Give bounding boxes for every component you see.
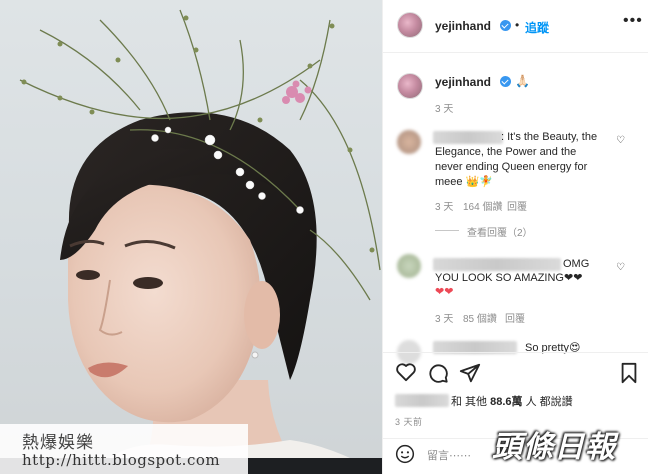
comment-reply-button[interactable]: 回覆 [507,198,527,213]
more-options-icon[interactable]: ••• [623,12,643,30]
caption-verified-badge-icon [500,76,511,87]
comment-line: OMG [563,258,590,270]
share-paper-plane-icon[interactable] [459,362,481,389]
watermark-site-title: 熱爆娛樂 [22,433,94,453]
author-avatar[interactable] [397,12,423,38]
caption-time: 3 天 [435,104,454,115]
follow-button[interactable]: 追蹤 [525,19,549,36]
likes-prefix: 和 其他 [451,396,491,408]
smiley-icon[interactable] [395,444,415,469]
comment-line: : It's the Beauty, the [501,131,598,143]
separator-dot: • [515,18,520,32]
save-bookmark-icon[interactable] [619,362,639,389]
caption-author-avatar[interactable] [397,73,423,99]
comment-like-heart-icon[interactable]: ♡ [616,262,625,273]
comment-line: YOU LOOK SO AMAZING❤❤ [435,272,583,284]
comment-line: ❤❤ [435,286,454,298]
comment-likes[interactable]: 85 個讚 [463,310,497,325]
comment-input[interactable]: 留言⋯⋯ [427,447,471,463]
comment-time: 3 天 [435,314,454,325]
actions-divider [383,352,648,353]
comment-line: Elegance, the Power and the [435,146,577,158]
watermark-news-logo: 頭條日報 [492,430,616,465]
comment-icon[interactable] [427,362,449,389]
comment-line: meee 👑🧚 [435,176,493,188]
caption-author-username[interactable]: yejinhand [435,75,491,89]
comment-like-heart-icon[interactable]: ♡ [616,135,625,146]
verified-badge-icon [500,20,511,31]
author-username[interactable]: yejinhand [435,19,491,33]
view-replies-line [435,230,459,231]
blurred-liker-names [395,394,449,407]
post-header: yejinhand • 追蹤 ••• [383,0,648,53]
comment-reply-button[interactable]: 回覆 [505,310,525,325]
post-time: 3 天前 [395,417,423,427]
comment-likes[interactable]: 164 個讚 [463,198,502,213]
comment-avatar[interactable] [397,130,421,154]
like-heart-icon[interactable] [395,362,417,387]
likes-count: 88.6萬 [490,396,523,408]
blurred-username [433,258,561,271]
likes-suffix: 人 都說讚 [522,396,573,408]
portrait-illustration [19,9,382,474]
comment-line: never ending Queen energy for [435,161,588,173]
post-photo[interactable] [0,0,382,474]
watermark-site-url: http://hittt.blogspot.com [22,451,221,469]
comment-time: 3 天 [435,202,454,213]
post-side-panel: yejinhand • 追蹤 ••• yejinhand 🙏🏻 3 天 : It… [382,0,648,474]
blurred-username [433,131,503,144]
likes-summary[interactable]: 和 其他 88.6萬 人 都說讚 [451,393,573,409]
view-replies-button[interactable]: 查看回覆（2） [467,224,533,239]
comment-avatar[interactable] [397,254,421,278]
caption-text: 🙏🏻 [515,74,530,88]
